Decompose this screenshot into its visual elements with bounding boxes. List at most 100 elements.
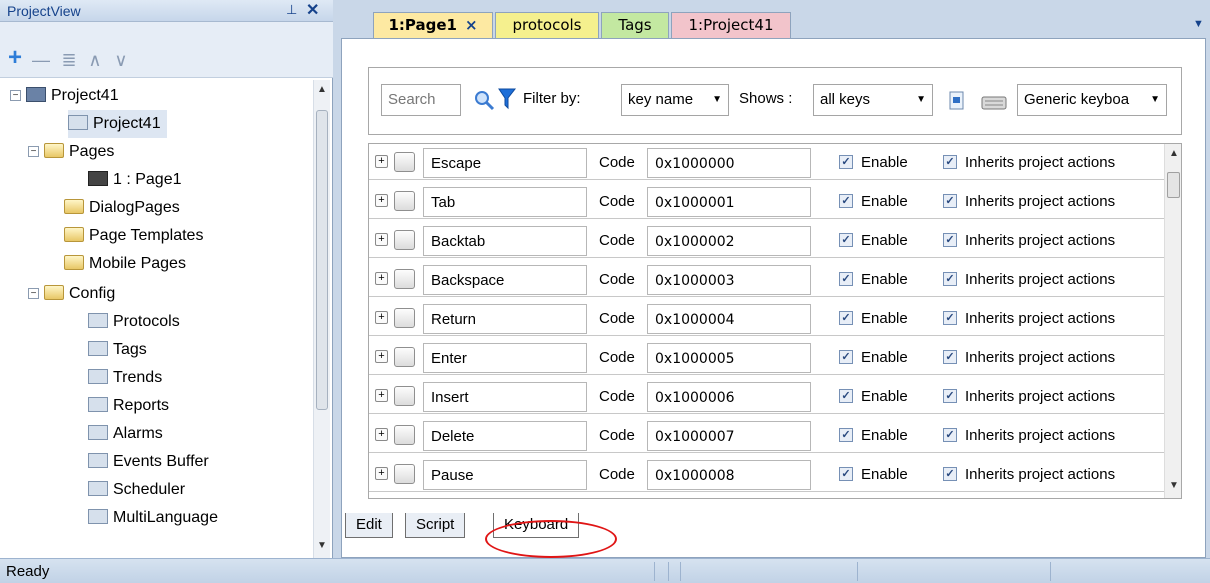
expand-icon[interactable]: +	[375, 155, 388, 168]
scrollbar-thumb[interactable]	[1167, 172, 1180, 198]
tree-scrollbar[interactable]: ▲ ▼	[313, 80, 330, 558]
key-code-field[interactable]: 0x1000000	[647, 148, 811, 178]
tab-tags[interactable]: Tags	[601, 12, 669, 38]
tree-item-project-settings[interactable]: Project41	[68, 110, 167, 138]
key-action-button[interactable]	[394, 269, 415, 289]
tree-item-tags[interactable]: Tags	[88, 336, 147, 364]
inherit-checkbox[interactable]: ✓	[943, 311, 957, 325]
inherit-checkbox[interactable]: ✓	[943, 272, 957, 286]
expand-icon[interactable]: +	[375, 272, 388, 285]
shows-dropdown[interactable]: all keys	[813, 84, 933, 116]
enable-checkbox[interactable]: ✓	[839, 389, 853, 403]
tab-protocols[interactable]: protocols	[495, 12, 599, 38]
key-name-field[interactable]: Delete	[423, 421, 587, 451]
key-action-button[interactable]	[394, 191, 415, 211]
filter-icon[interactable]	[497, 87, 517, 111]
key-code-field[interactable]: 0x1000007	[647, 421, 811, 451]
tab-close-icon[interactable]: ×	[465, 16, 478, 34]
tab-list-dropdown-icon[interactable]: ▼	[1193, 18, 1204, 30]
keyboard-icon[interactable]	[981, 92, 1007, 110]
expand-icon[interactable]: +	[375, 194, 388, 207]
search-icon[interactable]	[473, 89, 495, 111]
collapse-icon[interactable]: −	[28, 146, 39, 157]
key-name-field[interactable]: Enter	[423, 343, 587, 373]
key-code-field[interactable]: 0x1000002	[647, 226, 811, 256]
enable-checkbox[interactable]: ✓	[839, 311, 853, 325]
inherit-checkbox[interactable]: ✓	[943, 194, 957, 208]
inherit-checkbox[interactable]: ✓	[943, 155, 957, 169]
tree-item-project[interactable]: Project41	[26, 82, 119, 110]
tree-item-protocols[interactable]: Protocols	[88, 308, 180, 336]
collapse-icon[interactable]: −	[28, 288, 39, 299]
enable-checkbox[interactable]: ✓	[839, 194, 853, 208]
tree-item-reports[interactable]: Reports	[88, 392, 169, 420]
properties-icon[interactable]: ≣	[58, 46, 80, 74]
pin-icon[interactable]: ⊥	[286, 2, 297, 18]
tree-item-dialogpages[interactable]: DialogPages	[64, 194, 180, 222]
key-action-button[interactable]	[394, 464, 415, 484]
enable-checkbox[interactable]: ✓	[839, 350, 853, 364]
enable-checkbox[interactable]: ✓	[839, 233, 853, 247]
tree-item-multilanguage[interactable]: MultiLanguage	[88, 504, 218, 532]
scroll-down-icon[interactable]: ▼	[317, 540, 327, 551]
enable-checkbox[interactable]: ✓	[839, 428, 853, 442]
key-name-field[interactable]: Pause	[423, 460, 587, 490]
key-code-field[interactable]: 0x1000004	[647, 304, 811, 334]
expand-icon[interactable]: +	[375, 350, 388, 363]
key-name-field[interactable]: Tab	[423, 187, 587, 217]
collapse-icon[interactable]: −	[10, 90, 21, 101]
inherit-checkbox[interactable]: ✓	[943, 233, 957, 247]
filter-by-dropdown[interactable]: key name	[621, 84, 729, 116]
tree-item-mobile-pages[interactable]: Mobile Pages	[64, 250, 186, 278]
key-action-button[interactable]	[394, 230, 415, 250]
tab-edit[interactable]: Edit	[345, 513, 393, 538]
expand-icon[interactable]: +	[375, 428, 388, 441]
key-action-button[interactable]	[394, 152, 415, 172]
tree-item-page1[interactable]: 1 : Page1	[88, 166, 182, 194]
key-name-field[interactable]: Backspace	[423, 265, 587, 295]
key-code-field[interactable]: 0x1000008	[647, 460, 811, 490]
add-icon[interactable]: +	[4, 44, 26, 72]
expand-icon[interactable]: +	[375, 467, 388, 480]
key-name-field[interactable]: Return	[423, 304, 587, 334]
key-action-button[interactable]	[394, 425, 415, 445]
key-action-button[interactable]	[394, 347, 415, 367]
tree-item-config[interactable]: Config	[44, 280, 115, 308]
expand-icon[interactable]: +	[375, 389, 388, 402]
tab-page1[interactable]: 1:Page1 ×	[373, 12, 493, 38]
key-code-field[interactable]: 0x1000001	[647, 187, 811, 217]
remove-icon[interactable]: —	[30, 46, 52, 74]
import-icon[interactable]	[947, 90, 967, 112]
scroll-up-icon[interactable]: ▲	[317, 84, 327, 95]
key-code-field[interactable]: 0x1000003	[647, 265, 811, 295]
key-name-field[interactable]: Insert	[423, 382, 587, 412]
inherit-checkbox[interactable]: ✓	[943, 467, 957, 481]
tab-project41[interactable]: 1:Project41	[671, 12, 791, 38]
tab-script[interactable]: Script	[405, 513, 466, 538]
scroll-down-icon[interactable]: ▼	[1169, 480, 1179, 491]
inherit-checkbox[interactable]: ✓	[943, 350, 957, 364]
key-list-scrollbar[interactable]: ▲ ▼	[1164, 144, 1181, 498]
enable-checkbox[interactable]: ✓	[839, 272, 853, 286]
key-action-button[interactable]	[394, 386, 415, 406]
enable-checkbox[interactable]: ✓	[839, 155, 853, 169]
inherit-checkbox[interactable]: ✓	[943, 389, 957, 403]
key-name-field[interactable]: Backtab	[423, 226, 587, 256]
key-code-field[interactable]: 0x1000006	[647, 382, 811, 412]
inherit-checkbox[interactable]: ✓	[943, 428, 957, 442]
scrollbar-thumb[interactable]	[316, 110, 328, 410]
tree-item-trends[interactable]: Trends	[88, 364, 162, 392]
enable-checkbox[interactable]: ✓	[839, 467, 853, 481]
move-up-icon[interactable]: ∧	[84, 46, 106, 74]
keyboard-type-dropdown[interactable]: Generic keyboa	[1017, 84, 1167, 116]
scroll-up-icon[interactable]: ▲	[1169, 148, 1179, 159]
tree-item-alarms[interactable]: Alarms	[88, 420, 163, 448]
tree-item-pages[interactable]: Pages	[44, 138, 114, 166]
key-name-field[interactable]: Escape	[423, 148, 587, 178]
tree-item-scheduler[interactable]: Scheduler	[88, 476, 185, 504]
expand-icon[interactable]: +	[375, 311, 388, 324]
tree-item-page-templates[interactable]: Page Templates	[64, 222, 203, 250]
move-down-icon[interactable]: ∨	[110, 46, 132, 74]
key-code-field[interactable]: 0x1000005	[647, 343, 811, 373]
expand-icon[interactable]: +	[375, 233, 388, 246]
